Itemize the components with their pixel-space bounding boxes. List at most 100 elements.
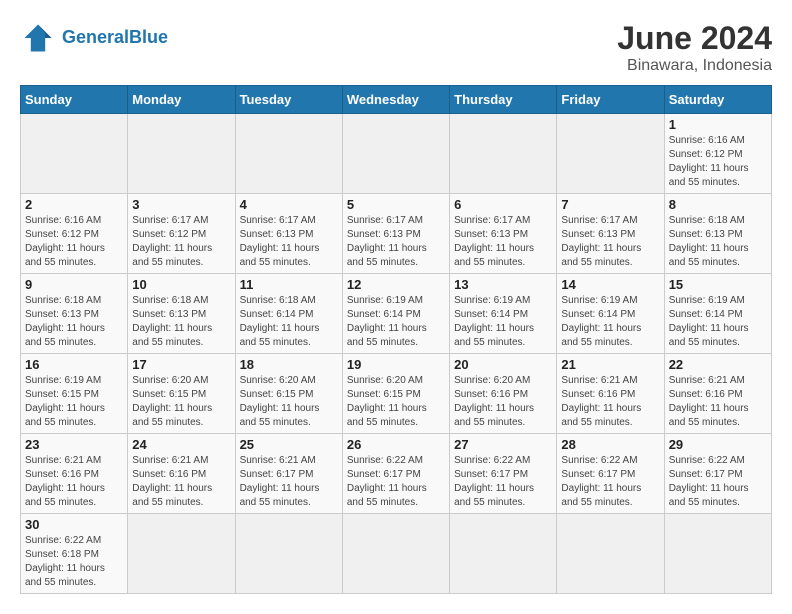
day-info: Sunrise: 6:17 AMSunset: 6:12 PMDaylight:…	[132, 214, 230, 270]
day-number: 12	[347, 277, 445, 292]
day-info: Sunrise: 6:18 AMSunset: 6:14 PMDaylight:…	[240, 294, 338, 350]
day-number: 6	[454, 197, 552, 212]
day-info: Sunrise: 6:20 AMSunset: 6:15 PMDaylight:…	[132, 374, 230, 430]
calendar-cell	[342, 514, 449, 594]
day-number: 28	[561, 437, 659, 452]
calendar-cell	[235, 114, 342, 194]
calendar-cell: 1 Sunrise: 6:16 AMSunset: 6:12 PMDaylight…	[664, 114, 771, 194]
calendar-cell: 24 Sunrise: 6:21 AMSunset: 6:16 PMDayligh…	[128, 434, 235, 514]
calendar-cell: 21Sunrise: 6:21 AMSunset: 6:16 PMDayligh…	[557, 354, 664, 434]
calendar-cell	[128, 114, 235, 194]
day-number: 29	[669, 437, 767, 452]
calendar-cell	[557, 514, 664, 594]
day-number: 15	[669, 277, 767, 292]
location: Binawara, Indonesia	[617, 57, 772, 75]
calendar-cell: 12Sunrise: 6:19 AMSunset: 6:14 PMDayligh…	[342, 274, 449, 354]
calendar-cell: 2 Sunrise: 6:16 AMSunset: 6:12 PMDaylight…	[21, 194, 128, 274]
calendar: SundayMondayTuesdayWednesdayThursdayFrid…	[20, 85, 772, 594]
day-info: Sunrise: 6:22 AMSunset: 6:17 PMDaylight:…	[454, 454, 552, 510]
calendar-cell	[450, 514, 557, 594]
day-info: Sunrise: 6:19 AMSunset: 6:14 PMDaylight:…	[454, 294, 552, 350]
logo-text: GeneralBlue	[62, 28, 168, 48]
calendar-cell: 30Sunrise: 6:22 AMSunset: 6:18 PMDayligh…	[21, 514, 128, 594]
calendar-cell: 9 Sunrise: 6:18 AMSunset: 6:13 PMDaylight…	[21, 274, 128, 354]
week-row-3: 9 Sunrise: 6:18 AMSunset: 6:13 PMDaylight…	[21, 274, 772, 354]
day-number: 26	[347, 437, 445, 452]
calendar-cell: 13 Sunrise: 6:19 AMSunset: 6:14 PMDayligh…	[450, 274, 557, 354]
calendar-cell	[664, 514, 771, 594]
day-number: 13	[454, 277, 552, 292]
day-number: 24	[132, 437, 230, 452]
week-row-5: 23 Sunrise: 6:21 AMSunset: 6:16 PMDayligh…	[21, 434, 772, 514]
calendar-cell: 26 Sunrise: 6:22 AMSunset: 6:17 PMDayligh…	[342, 434, 449, 514]
calendar-cell	[128, 514, 235, 594]
logo-icon	[20, 20, 56, 56]
col-header-wednesday: Wednesday	[342, 86, 449, 114]
day-number: 22	[669, 357, 767, 372]
day-info: Sunrise: 6:21 AMSunset: 6:17 PMDaylight:…	[240, 454, 338, 510]
day-info: Sunrise: 6:16 AMSunset: 6:12 PMDaylight:…	[25, 214, 123, 270]
col-header-friday: Friday	[557, 86, 664, 114]
calendar-cell: 28Sunrise: 6:22 AMSunset: 6:17 PMDayligh…	[557, 434, 664, 514]
calendar-cell	[450, 114, 557, 194]
day-info: Sunrise: 6:22 AMSunset: 6:17 PMDaylight:…	[669, 454, 767, 510]
calendar-cell: 27 Sunrise: 6:22 AMSunset: 6:17 PMDayligh…	[450, 434, 557, 514]
day-info: Sunrise: 6:20 AMSunset: 6:15 PMDaylight:…	[347, 374, 445, 430]
calendar-cell	[235, 514, 342, 594]
calendar-cell	[557, 114, 664, 194]
week-row-2: 2 Sunrise: 6:16 AMSunset: 6:12 PMDaylight…	[21, 194, 772, 274]
calendar-cell: 19 Sunrise: 6:20 AMSunset: 6:15 PMDayligh…	[342, 354, 449, 434]
calendar-cell: 11Sunrise: 6:18 AMSunset: 6:14 PMDayligh…	[235, 274, 342, 354]
day-number: 20	[454, 357, 552, 372]
day-info: Sunrise: 6:18 AMSunset: 6:13 PMDaylight:…	[25, 294, 123, 350]
day-number: 7	[561, 197, 659, 212]
day-info: Sunrise: 6:22 AMSunset: 6:18 PMDaylight:…	[25, 534, 123, 590]
week-row-6: 30Sunrise: 6:22 AMSunset: 6:18 PMDayligh…	[21, 514, 772, 594]
day-number: 18	[240, 357, 338, 372]
col-header-thursday: Thursday	[450, 86, 557, 114]
day-number: 1	[669, 117, 767, 132]
calendar-cell	[342, 114, 449, 194]
calendar-cell: 7 Sunrise: 6:17 AMSunset: 6:13 PMDaylight…	[557, 194, 664, 274]
calendar-cell: 3 Sunrise: 6:17 AMSunset: 6:12 PMDaylight…	[128, 194, 235, 274]
day-number: 8	[669, 197, 767, 212]
day-info: Sunrise: 6:22 AMSunset: 6:17 PMDaylight:…	[347, 454, 445, 510]
calendar-cell: 14Sunrise: 6:19 AMSunset: 6:14 PMDayligh…	[557, 274, 664, 354]
col-header-tuesday: Tuesday	[235, 86, 342, 114]
day-info: Sunrise: 6:18 AMSunset: 6:13 PMDaylight:…	[132, 294, 230, 350]
day-info: Sunrise: 6:17 AMSunset: 6:13 PMDaylight:…	[240, 214, 338, 270]
day-info: Sunrise: 6:17 AMSunset: 6:13 PMDaylight:…	[561, 214, 659, 270]
title-block: June 2024 Binawara, Indonesia	[617, 20, 772, 75]
calendar-cell: 17Sunrise: 6:20 AMSunset: 6:15 PMDayligh…	[128, 354, 235, 434]
month-year: June 2024	[617, 20, 772, 57]
calendar-cell: 16Sunrise: 6:19 AMSunset: 6:15 PMDayligh…	[21, 354, 128, 434]
day-number: 27	[454, 437, 552, 452]
day-number: 23	[25, 437, 123, 452]
calendar-cell: 8Sunrise: 6:18 AMSunset: 6:13 PMDaylight…	[664, 194, 771, 274]
calendar-header-row: SundayMondayTuesdayWednesdayThursdayFrid…	[21, 86, 772, 114]
day-info: Sunrise: 6:20 AMSunset: 6:15 PMDaylight:…	[240, 374, 338, 430]
calendar-cell: 10Sunrise: 6:18 AMSunset: 6:13 PMDayligh…	[128, 274, 235, 354]
calendar-cell: 20Sunrise: 6:20 AMSunset: 6:16 PMDayligh…	[450, 354, 557, 434]
day-number: 16	[25, 357, 123, 372]
day-info: Sunrise: 6:21 AMSunset: 6:16 PMDaylight:…	[25, 454, 123, 510]
day-number: 25	[240, 437, 338, 452]
day-number: 2	[25, 197, 123, 212]
day-number: 3	[132, 197, 230, 212]
col-header-saturday: Saturday	[664, 86, 771, 114]
day-number: 19	[347, 357, 445, 372]
day-info: Sunrise: 6:16 AMSunset: 6:12 PMDaylight:…	[669, 134, 767, 190]
calendar-cell: 23 Sunrise: 6:21 AMSunset: 6:16 PMDayligh…	[21, 434, 128, 514]
calendar-cell	[21, 114, 128, 194]
calendar-cell: 5Sunrise: 6:17 AMSunset: 6:13 PMDaylight…	[342, 194, 449, 274]
day-info: Sunrise: 6:21 AMSunset: 6:16 PMDaylight:…	[132, 454, 230, 510]
day-info: Sunrise: 6:17 AMSunset: 6:13 PMDaylight:…	[454, 214, 552, 270]
calendar-cell: 29 Sunrise: 6:22 AMSunset: 6:17 PMDayligh…	[664, 434, 771, 514]
calendar-cell: 6 Sunrise: 6:17 AMSunset: 6:13 PMDaylight…	[450, 194, 557, 274]
col-header-sunday: Sunday	[21, 86, 128, 114]
logo: GeneralBlue	[20, 20, 168, 56]
day-number: 9	[25, 277, 123, 292]
day-info: Sunrise: 6:19 AMSunset: 6:14 PMDaylight:…	[669, 294, 767, 350]
calendar-cell: 18 Sunrise: 6:20 AMSunset: 6:15 PMDayligh…	[235, 354, 342, 434]
header: GeneralBlue June 2024 Binawara, Indonesi…	[20, 20, 772, 75]
